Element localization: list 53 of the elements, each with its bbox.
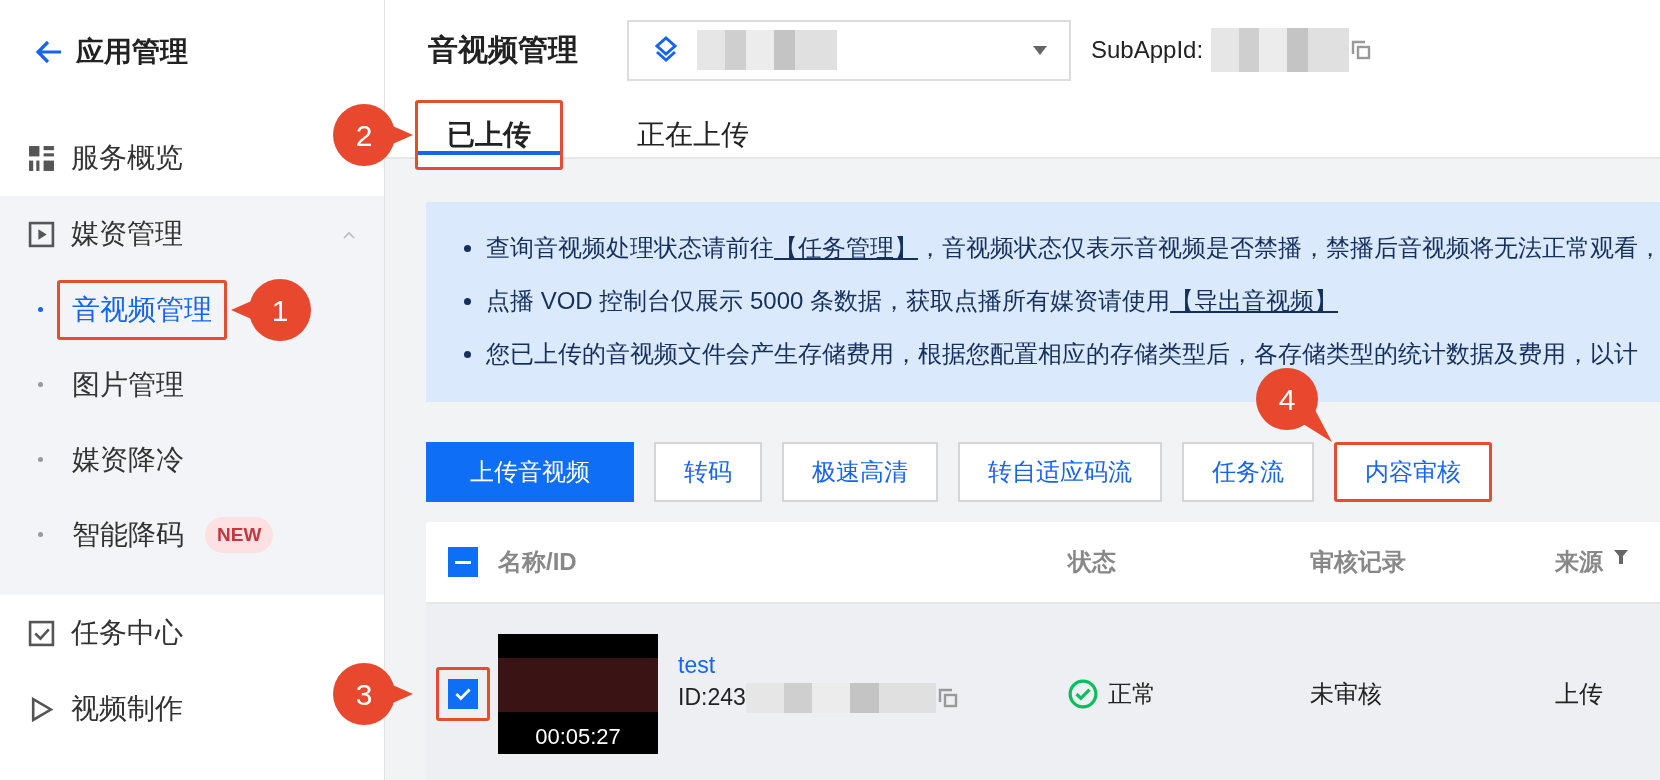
table-row[interactable]: 00:05:27 test ID:243 正常 未审核 上传 [426,604,1660,780]
bullet-dot [38,307,43,312]
nav-item[interactable]: 图片管理 [57,354,199,415]
new-badge: NEW [205,516,274,553]
column-header: 审核记录 [1310,547,1406,577]
bullet-dot [38,382,43,387]
notice-link[interactable]: 【任务管理】 [774,234,918,261]
nav-item[interactable]: 视频制作 [0,671,191,747]
bullet-dot [464,244,471,252]
bullet-dot [38,532,43,537]
checkbox-icon [28,619,55,647]
nav-item[interactable]: 媒资降冷 [57,429,199,490]
column-header: 来源 [1555,547,1603,577]
bullet-dot [464,297,471,305]
bullet-dot [38,457,43,462]
copy-icon[interactable] [1351,40,1372,60]
toolbar-button[interactable]: 任务流 [1182,442,1314,502]
select-all-checkbox[interactable] [448,547,478,577]
app-title: 应用管理 [76,35,188,69]
nav-item[interactable]: 服务概览 [0,120,191,196]
play-box-icon [28,220,55,248]
nav-item[interactable]: 媒资管理 [0,196,384,272]
nav-item[interactable]: 智能降码 [57,504,199,565]
bullet-dot [464,350,471,358]
filter-icon[interactable] [1613,549,1629,565]
nav-item[interactable]: 任务中心 [0,595,191,671]
row-checkbox[interactable] [448,679,478,709]
status-text: 正常 [1108,679,1156,709]
toolbar-button[interactable]: 内容审核 [1334,442,1492,502]
toolbar-button[interactable]: 转自适应码流 [958,442,1162,502]
notice-link[interactable]: 【导出音视频】 [1170,287,1339,314]
table-cell-text: 未审核 [1310,679,1382,709]
notice-text: 查询音视频处理状态请前往【任务管理】，音视频状态仅表示音视频是否禁播，禁播后音视频将无法正常观看， [486,233,1660,263]
toolbar-button[interactable]: 转码 [654,442,762,502]
toolbar-button[interactable]: 极速高清 [782,442,938,502]
column-header: 名称/ID [498,547,577,577]
toolbar-button[interactable]: 上传音视频 [426,442,634,502]
nav-item[interactable]: 音视频管理 [57,279,227,340]
copy-icon[interactable] [937,687,958,708]
video-id: ID:243 [678,684,746,711]
tab[interactable]: 已上传 [415,100,563,170]
subappid-label: SubAppId: [1091,36,1204,64]
page-title: 音视频管理 [428,31,579,68]
dropdown-caret-icon [1033,45,1047,55]
table-cell-text: 上传 [1555,679,1603,709]
column-header: 状态 [1068,547,1116,577]
notice-text: 点播 VOD 控制台仅展示 5000 条数据，获取点播所有媒资请使用【导出音视频】 [486,286,1339,316]
tab[interactable]: 正在上传 [605,100,781,170]
duration-label: 00:05:27 [535,724,621,750]
video-name-link[interactable]: test [678,651,958,679]
notice-text: 您已上传的音视频文件会产生存储费用，根据您配置相应的存储类型后，各存储类型的统计数据及费用，以计 [486,339,1638,369]
grid-icon [28,144,55,172]
video-thumbnail[interactable]: 00:05:27 [498,634,658,754]
